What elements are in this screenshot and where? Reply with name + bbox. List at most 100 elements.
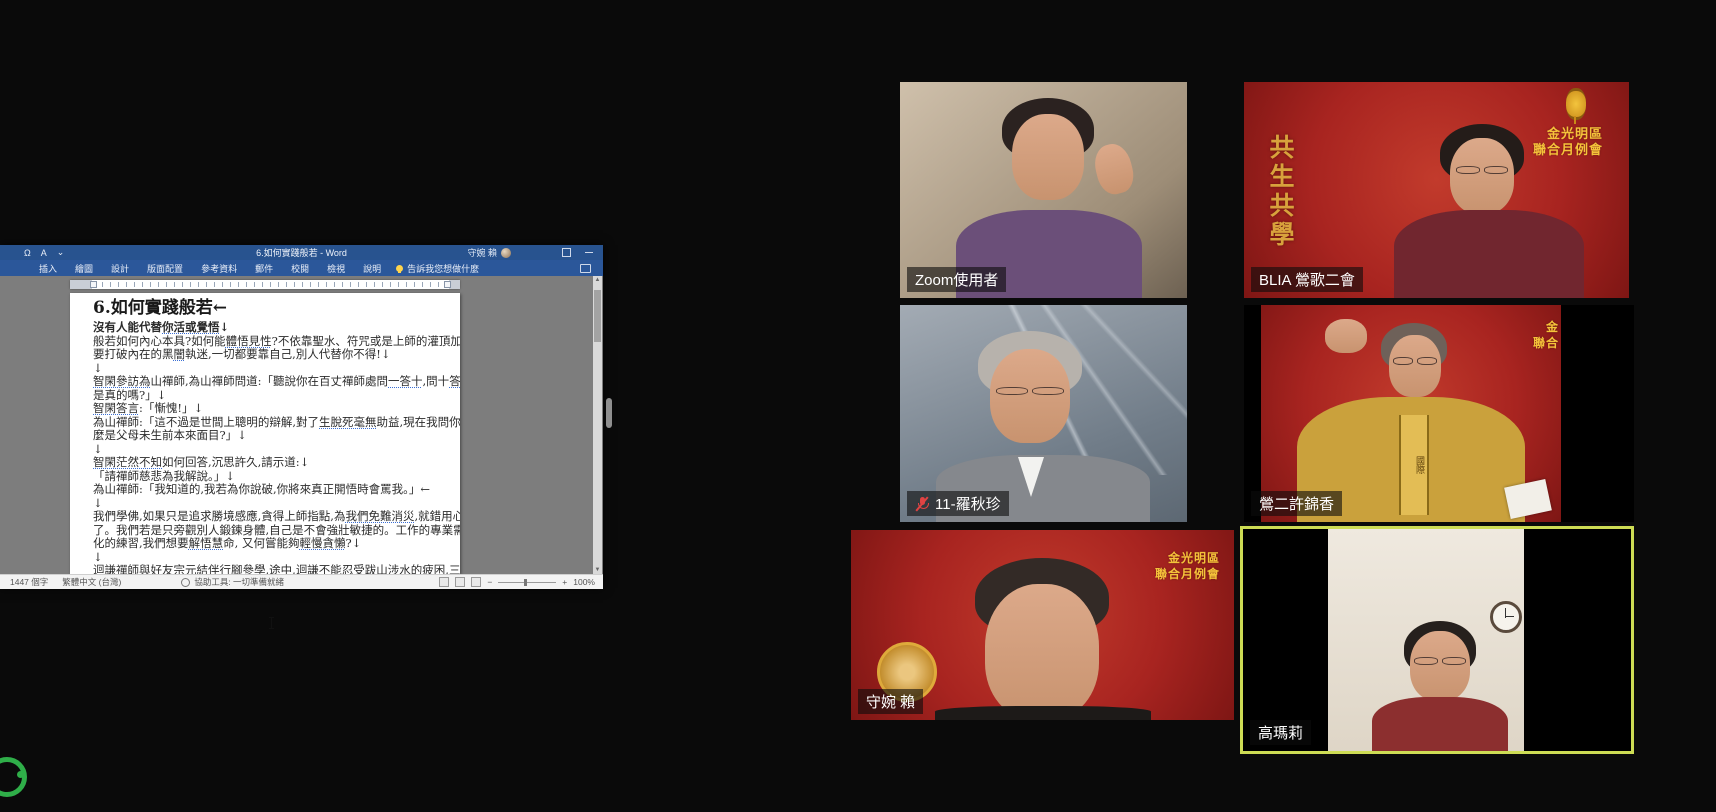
document-line: 「請禪師慈悲為我解說。」↓ xyxy=(93,470,451,484)
document-line: 化的練習,我們想要解悟慧命, 又何嘗能夠輕慢貪懶?↓ xyxy=(93,537,451,551)
zoom-slider[interactable] xyxy=(498,582,556,583)
font-a-icon[interactable]: A xyxy=(41,248,47,258)
document-line: 我們學佛,如果只是追求勝境感應,貪得上師指點,為我們免難消災,就錯用心機 xyxy=(93,510,451,524)
qat-dropdown-icon[interactable]: ⌄ xyxy=(57,247,65,258)
video-tile-lai[interactable]: 金光明區 聯合月例會 守婉 賴 xyxy=(851,530,1234,720)
scrollbar-thumb[interactable] xyxy=(594,290,601,342)
participant-name: Zoom使用者 xyxy=(915,269,998,290)
person-face xyxy=(985,584,1099,720)
person-glasses xyxy=(996,387,1064,395)
document-text: 6.如何實踐般若←沒有人能代替你活或覺悟↓般若如何內心本具?如何能體悟見性?不依… xyxy=(93,296,451,574)
participant-label: 守婉 賴 xyxy=(858,689,923,714)
comments-icon[interactable] xyxy=(580,264,591,273)
document-area: 6.如何實踐般若←沒有人能代替你活或覺悟↓般若如何內心本具?如何能體悟見性?不依… xyxy=(0,276,603,574)
status-bar: 1447 個字 繁體中文 (台灣) 協助工具: 一切準備就緒 − + 100% xyxy=(0,574,603,589)
omega-symbol-icon[interactable]: Ω xyxy=(24,248,31,258)
ribbon-tab-檢視[interactable]: 檢視 xyxy=(318,262,354,275)
language-status[interactable]: 繁體中文 (台灣) xyxy=(62,576,121,588)
participant-label: BLIA 鶯歌二會 xyxy=(1251,267,1363,292)
event-logo-line2: 聯合 xyxy=(1533,335,1559,351)
word-titlebar[interactable]: Ω A ⌄ 6.如何實踐般若 - Word 守婉 賴 xyxy=(0,245,603,260)
participant-name: 11-羅秋珍 xyxy=(935,493,1001,514)
participant-name: 鶯二許錦香 xyxy=(1259,493,1334,514)
ribbon-tab-插入[interactable]: 插入 xyxy=(30,262,66,275)
video-tile-gao-active-speaker[interactable]: 高瑪莉 xyxy=(1240,526,1634,754)
horizontal-ruler[interactable] xyxy=(70,280,460,289)
ribbon-tab-參考資料[interactable]: 參考資料 xyxy=(192,262,246,275)
scroll-down-icon[interactable]: ▼ xyxy=(593,567,602,573)
quick-access-toolbar: Ω A ⌄ xyxy=(24,247,64,258)
person-glasses xyxy=(1393,357,1437,365)
document-line: 沒有人能代替你活或覺悟↓ xyxy=(93,321,451,335)
person-face xyxy=(1450,138,1514,214)
tell-me-box[interactable]: 告訴我您想做什麼 xyxy=(396,262,479,275)
ribbon-tab-版面配置[interactable]: 版面配置 xyxy=(138,262,192,275)
event-logo-line1: 金光明區 xyxy=(1533,126,1603,142)
event-logo-line2: 聯合月例會 xyxy=(1533,142,1603,158)
document-line: 為山禪師:「這不過是世間上聰明的辯解,對了生脫死毫無助益,現在我問你,什 xyxy=(93,416,451,430)
ribbon-tab-繪圖[interactable]: 繪圖 xyxy=(66,262,102,275)
document-line: 智閑茫然不知如何回答,沉思許久,請示道:↓ xyxy=(93,456,451,470)
window-controls xyxy=(562,245,603,260)
person-face xyxy=(1410,631,1470,701)
account-user-name: 守婉 賴 xyxy=(467,246,497,259)
video-tile-luo[interactable]: 11-羅秋珍 xyxy=(900,305,1187,522)
word-window: Ω A ⌄ 6.如何實踐般若 - Word 守婉 賴 插入繪圖設計版面配置參考資… xyxy=(0,245,603,588)
document-line: 要打破內在的黑闇執迷,一切都要靠自己,別人代替你不得!↓ xyxy=(93,348,451,362)
document-line: 為山禪師:「我知道的,我若為你說破,你將來真正開悟時會罵我。」← xyxy=(93,483,451,497)
document-line: 6.如何實踐般若← xyxy=(93,296,451,321)
zoom-in-icon[interactable]: + xyxy=(562,577,567,587)
person-glasses xyxy=(1414,657,1466,665)
window-resize-handle[interactable] xyxy=(606,398,612,428)
video-content xyxy=(1328,529,1524,754)
floating-widget-icon[interactable] xyxy=(0,757,27,797)
ribbon-tab-設計[interactable]: 設計 xyxy=(102,262,138,275)
video-tile-blia[interactable]: 共生共學 金光明區 聯合月例會 BLIA 鶯歌二會 xyxy=(1244,82,1629,298)
accessibility-status[interactable]: 協助工具: 一切準備就緒 xyxy=(194,576,284,588)
video-tile-zoom-user[interactable]: Zoom使用者 xyxy=(900,82,1187,298)
document-line: 智閑參訪為山禪師,為山禪師問道:「聽說你在百丈禪師處問一答十,問十答百, xyxy=(93,375,451,389)
zoom-out-icon[interactable]: − xyxy=(487,577,492,587)
wall-clock xyxy=(1490,601,1522,633)
document-line: ↓ xyxy=(93,362,451,376)
web-layout-button[interactable] xyxy=(471,577,481,587)
document-line: 了。我們若是只旁觀別人鍛鍊身體,自己是不會強壯敏捷的。工作的專業需要系統 xyxy=(93,524,451,538)
minimize-icon[interactable] xyxy=(585,252,593,253)
print-layout-button[interactable] xyxy=(455,577,465,587)
zoom-level[interactable]: 100% xyxy=(573,577,595,587)
event-logo-line1: 金 xyxy=(1533,319,1559,335)
tell-me-label: 告訴我您想做什麼 xyxy=(407,262,479,275)
read-mode-button[interactable] xyxy=(439,577,449,587)
ribbon-tab-校閱[interactable]: 校閱 xyxy=(282,262,318,275)
ribbon-tab-郵件[interactable]: 郵件 xyxy=(246,262,282,275)
lantern-icon xyxy=(1566,88,1586,120)
vertical-scrollbar[interactable]: ▲ ▼ xyxy=(593,276,602,574)
document-line: 麼是父母未生前本來面目?」↓ xyxy=(93,429,451,443)
ribbon-display-options-icon[interactable] xyxy=(562,248,571,257)
document-line: 般若如何內心本具?如何能體悟見性?不依靠聖水、符咒或是上師的灌頂加持, xyxy=(93,335,451,349)
event-logo-text: 金 聯合 xyxy=(1533,319,1559,351)
account-avatar xyxy=(501,248,511,258)
text-cursor xyxy=(271,617,272,629)
document-page[interactable]: 6.如何實踐般若←沒有人能代替你活或覺悟↓般若如何內心本具?如何能體悟見性?不依… xyxy=(70,293,460,574)
document-line: ↓ xyxy=(93,551,451,565)
word-count[interactable]: 1447 個字 xyxy=(10,576,48,588)
person-face xyxy=(1012,114,1084,200)
participant-label: 高瑪莉 xyxy=(1250,720,1311,745)
event-logo-text: 金光明區 聯合月例會 xyxy=(1533,126,1603,158)
indent-marker[interactable] xyxy=(90,281,97,288)
video-tile-xu[interactable]: 金 聯合 國際 鶯二許錦香 xyxy=(1244,305,1634,522)
account-user[interactable]: 守婉 賴 xyxy=(467,245,511,260)
person-glasses xyxy=(1456,166,1508,174)
event-logo-text: 金光明區 聯合月例會 xyxy=(1155,550,1220,582)
lightbulb-icon xyxy=(396,265,403,272)
window-title: 6.如何實踐般若 - Word xyxy=(0,246,603,259)
ribbon-tab-說明[interactable]: 說明 xyxy=(354,262,390,275)
scroll-up-icon[interactable]: ▲ xyxy=(593,277,602,283)
video-content: 金 聯合 國際 xyxy=(1261,305,1561,522)
ribbon-bar: 插入繪圖設計版面配置參考資料郵件校閱檢視說明 告訴我您想做什麼 xyxy=(0,260,603,276)
mic-muted-icon xyxy=(915,496,929,512)
indent-marker[interactable] xyxy=(444,281,451,288)
accessibility-icon xyxy=(181,578,190,587)
ribbon-tabs: 插入繪圖設計版面配置參考資料郵件校閱檢視說明 xyxy=(30,262,390,275)
